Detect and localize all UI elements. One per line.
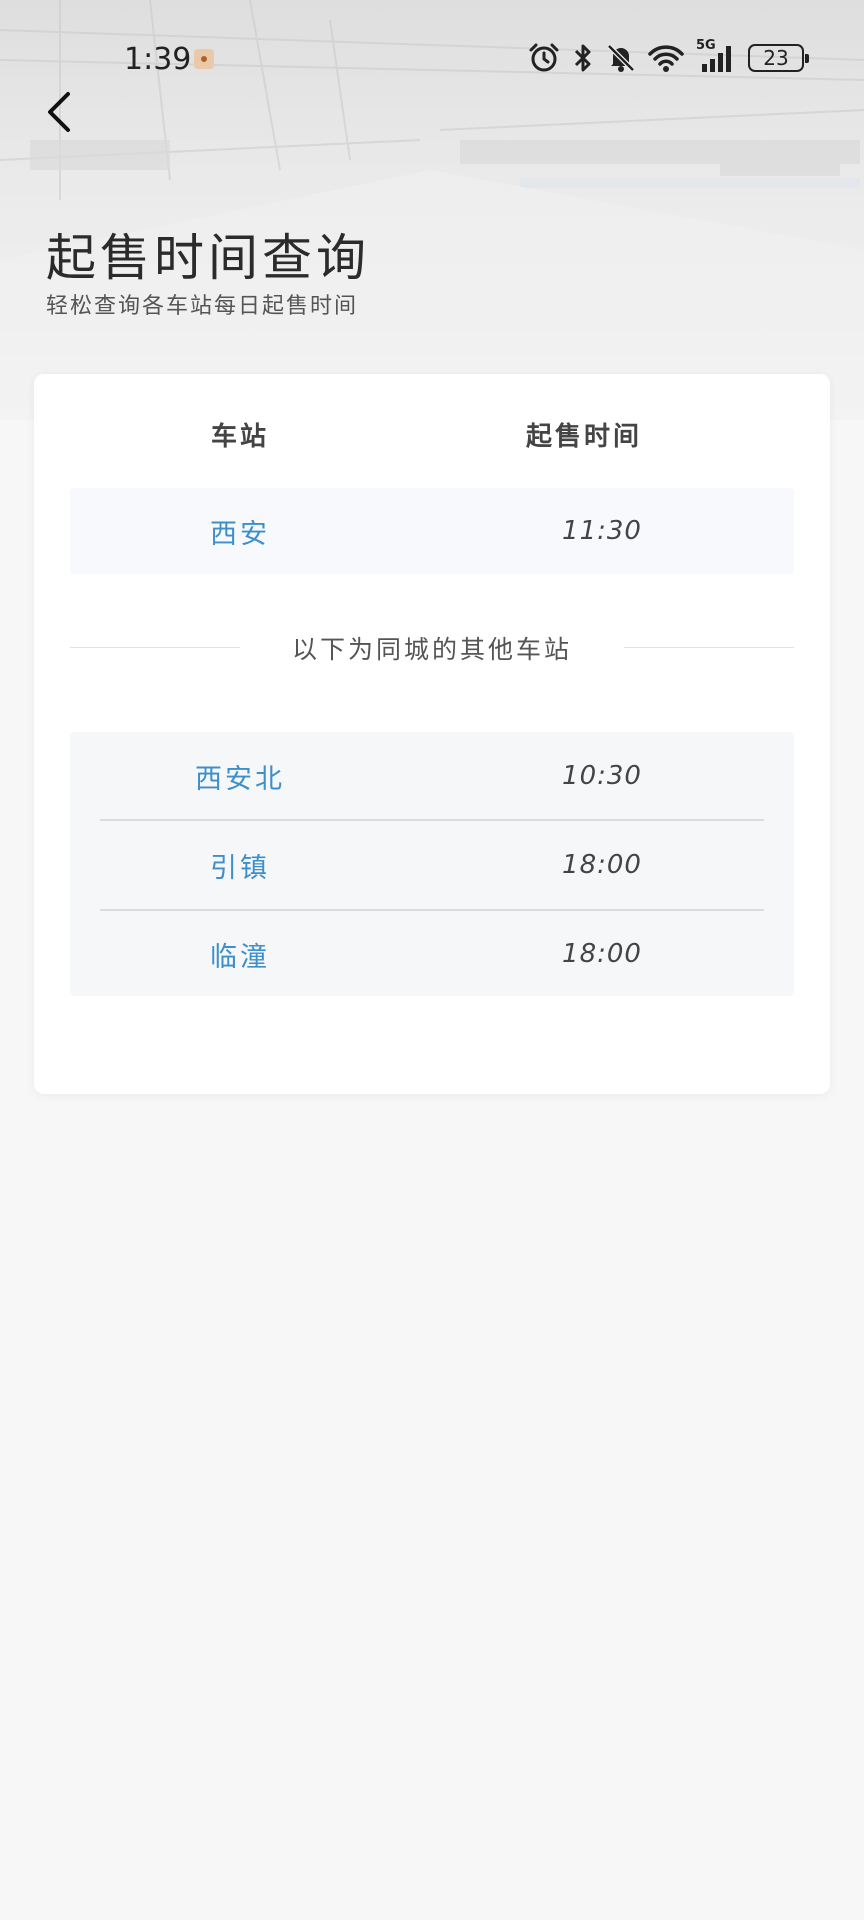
battery-level: 23: [763, 46, 789, 70]
station-cell: 临潼: [70, 910, 410, 998]
sale-time: 18:00: [562, 939, 642, 969]
status-icons: 5G 23: [528, 38, 809, 76]
column-header-station: 车站: [210, 421, 269, 452]
station-name[interactable]: 西安北: [195, 757, 285, 796]
sale-time-card: 车站 起售时间 西安 11:30 以下为同城的其他车站 西安北 10:30 引镇…: [34, 374, 830, 1094]
station-name[interactable]: 西安: [210, 512, 270, 551]
time-cell: 11:30: [410, 488, 794, 574]
station-name[interactable]: 引镇: [210, 846, 270, 885]
column-header-time-cell: 起售时间: [410, 404, 758, 464]
time-cell: 18:00: [410, 821, 794, 909]
back-button[interactable]: [34, 82, 84, 142]
station-cell: 引镇: [70, 821, 410, 909]
station-cell: 西安北: [70, 732, 410, 820]
battery-icon: 23: [748, 44, 809, 72]
station-cell: 西安: [70, 488, 410, 574]
sale-time: 10:30: [562, 761, 642, 791]
notification-app-icon: [194, 49, 214, 69]
page-subtitle: 轻松查询各车站每日起售时间: [46, 294, 359, 319]
primary-station-row[interactable]: 西安 11:30: [70, 488, 794, 574]
divider-text: 以下为同城的其他车站: [291, 635, 572, 664]
table-row[interactable]: 西安北 10:30: [70, 732, 794, 820]
column-header-sale-time: 起售时间: [525, 421, 642, 452]
station-name[interactable]: 临潼: [210, 935, 270, 974]
table-row[interactable]: 引镇 18:00: [70, 821, 794, 909]
time-cell: 18:00: [410, 910, 794, 998]
wifi-icon: [648, 45, 684, 72]
same-city-divider: 以下为同城的其他车站: [70, 618, 830, 678]
bluetooth-icon: [574, 44, 591, 72]
other-stations-list: 西安北 10:30 引镇 18:00 临潼 18:00: [70, 732, 794, 996]
sale-time: 11:30: [562, 516, 642, 546]
table-header: 车站 起售时间: [34, 404, 830, 464]
time-cell: 10:30: [410, 732, 794, 820]
page-title: 起售时间查询: [46, 229, 370, 287]
mute-icon: [607, 44, 635, 72]
status-time: 1:39: [124, 42, 192, 77]
signal-icon: 5G: [696, 38, 736, 74]
alarm-icon: [529, 43, 559, 72]
status-bar: 1:39 5G 23: [0, 0, 864, 110]
divider-line-right: [624, 647, 794, 648]
sale-time: 18:00: [562, 850, 642, 880]
table-row[interactable]: 临潼 18:00: [70, 910, 794, 998]
chevron-left-icon: [48, 92, 70, 132]
column-header-station-cell: 车站: [70, 404, 410, 464]
